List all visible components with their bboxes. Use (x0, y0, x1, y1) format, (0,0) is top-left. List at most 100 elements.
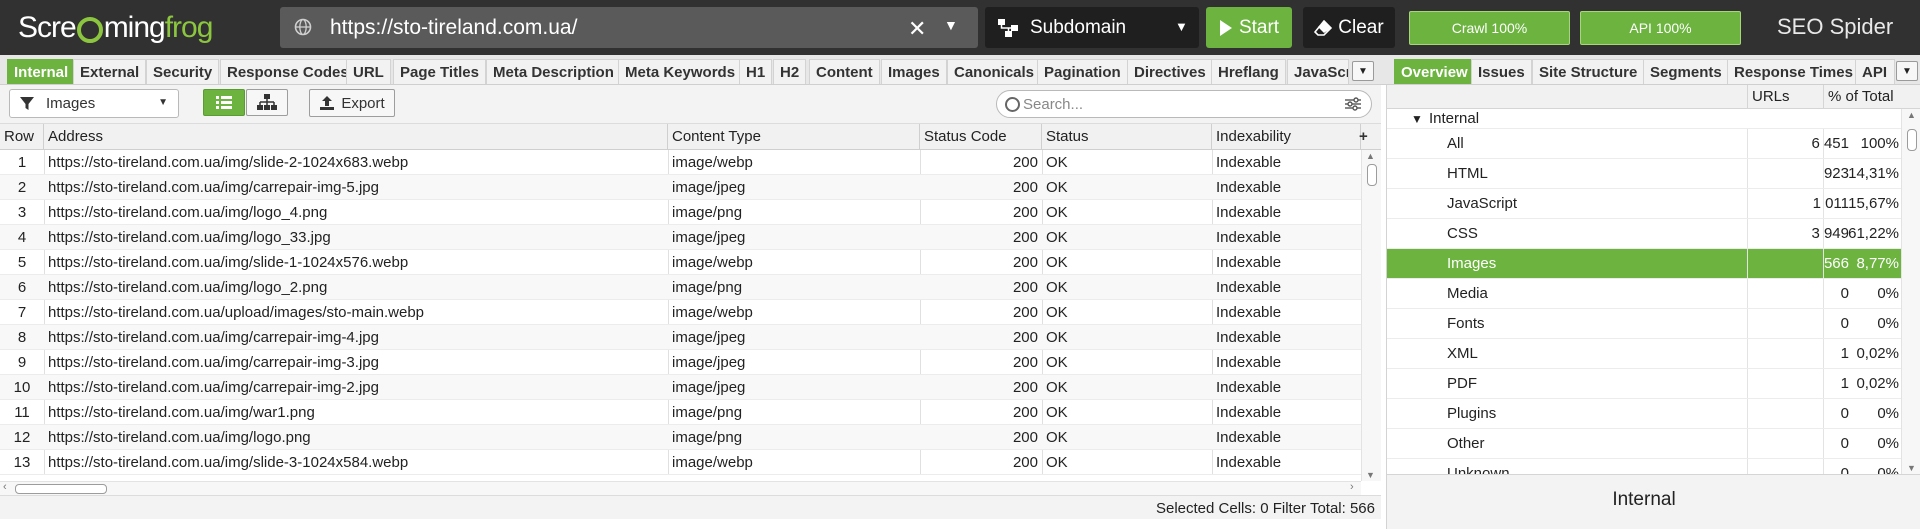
overview-section-internal[interactable]: ▼ Internal (1387, 109, 1901, 129)
overview-row-pdf[interactable]: PDF 1 0,02% (1387, 369, 1901, 399)
table-row[interactable]: 8 https://sto-tireland.com.ua/img/carrepa… (0, 325, 1361, 350)
tab-internal[interactable]: Internal (7, 59, 76, 84)
overview-row-other[interactable]: Other 0 0% (1387, 429, 1901, 459)
overview-column-urls[interactable]: URLs (1747, 85, 1823, 109)
table-row[interactable]: 5 https://sto-tireland.com.ua/img/slide-1… (0, 250, 1361, 275)
tab-images[interactable]: Images (881, 59, 947, 84)
url-history-caret-icon[interactable]: ▼ (944, 17, 958, 33)
overview-row-unknown[interactable]: Unknown 0 0% (1387, 459, 1901, 474)
search-settings-icon[interactable] (1345, 97, 1361, 111)
overview-row-xml[interactable]: XML 1 0,02% (1387, 339, 1901, 369)
more-right-tabs-chevron-icon[interactable]: ▼ (1896, 61, 1918, 81)
tab-security[interactable]: Security (146, 59, 220, 84)
table-row[interactable]: 11 https://sto-tireland.com.ua/img/war1.p… (0, 400, 1361, 425)
tab-api[interactable]: API (1855, 59, 1895, 84)
table-row[interactable]: 6 https://sto-tireland.com.ua/img/logo_2.… (0, 275, 1361, 300)
tab-segments[interactable]: Segments (1643, 59, 1729, 84)
table-row[interactable]: 4 https://sto-tireland.com.ua/img/logo_33… (0, 225, 1361, 250)
tab-h2[interactable]: H2 (773, 59, 807, 84)
table-row[interactable]: 1 https://sto-tireland.com.ua/img/slide-2… (0, 150, 1361, 175)
table-horizontal-scrollbar[interactable]: ‹ › (0, 481, 1361, 495)
scrollbar-thumb[interactable] (1907, 129, 1917, 151)
tab-hreflang[interactable]: Hreflang (1211, 59, 1286, 84)
overview-row-images[interactable]: Images 566 8,77% (1387, 249, 1901, 279)
clear-url-icon[interactable]: ✕ (908, 16, 926, 42)
results-table: Row Address Content Type Status Code Sta… (0, 124, 1381, 495)
scroll-right-icon[interactable]: › (1350, 481, 1354, 493)
column-header-content-type[interactable]: Content Type (668, 124, 920, 150)
tree-view-button[interactable] (246, 89, 288, 116)
overview-row-percent: 100% (1860, 135, 1899, 152)
column-header-indexability[interactable]: Indexability (1212, 124, 1361, 150)
table-vertical-scrollbar[interactable]: ▲ ▼ (1361, 150, 1381, 481)
table-row[interactable]: 7 https://sto-tireland.com.ua/upload/imag… (0, 300, 1361, 325)
tab-content[interactable]: Content (809, 59, 880, 84)
overview-vertical-scrollbar[interactable]: ▲ ▼ (1901, 109, 1920, 474)
tab-response-times[interactable]: Response Times (1727, 59, 1860, 84)
tab-issues[interactable]: Issues (1471, 59, 1532, 84)
list-view-button[interactable] (203, 89, 245, 116)
sitemap-icon (998, 19, 1018, 37)
tab-url[interactable]: URL (346, 59, 391, 84)
search-box[interactable] (996, 90, 1372, 118)
crawl-mode-dropdown[interactable]: Subdomain ▼ (985, 7, 1199, 48)
url-input[interactable]: https://sto-tireland.com.ua/ (330, 16, 577, 40)
table-row[interactable]: 12 https://sto-tireland.com.ua/img/logo.p… (0, 425, 1361, 450)
cell-status-code: 200 (1012, 454, 1038, 471)
column-header-address[interactable]: Address (44, 124, 668, 150)
logo-text-frog: frog (164, 11, 214, 44)
table-row[interactable]: 13 https://sto-tireland.com.ua/img/slide-… (0, 450, 1361, 475)
overview-row-percent: 0% (1877, 405, 1899, 422)
table-row[interactable]: 2 https://sto-tireland.com.ua/img/carrepa… (0, 175, 1361, 200)
overview-row-all[interactable]: All 6 451 100% (1387, 129, 1901, 159)
eraser-icon (1314, 19, 1333, 36)
column-header-row[interactable]: Row (0, 124, 44, 150)
table-row[interactable]: 10 https://sto-tireland.com.ua/img/carrep… (0, 375, 1361, 400)
scrollbar-thumb[interactable] (15, 484, 107, 494)
scroll-up-icon[interactable]: ▲ (1366, 151, 1375, 161)
cell-content-type: image/jpeg (672, 329, 746, 346)
tab-pagination[interactable]: Pagination (1037, 59, 1128, 84)
tab-response-codes[interactable]: Response Codes (220, 59, 356, 84)
tab-external[interactable]: External (73, 59, 147, 84)
expand-caret-icon[interactable]: ▼ (1411, 109, 1423, 129)
scroll-down-icon[interactable]: ▼ (1366, 470, 1375, 480)
cell-row-number: 10 (13, 379, 31, 396)
tab-directives[interactable]: Directives (1127, 59, 1213, 84)
table-row[interactable]: 3 https://sto-tireland.com.ua/img/logo_4.… (0, 200, 1361, 225)
crawl-progress-bar: Crawl 100% (1409, 11, 1570, 45)
tab-canonicals[interactable]: Canonicals (947, 59, 1042, 84)
clear-button[interactable]: Clear (1303, 7, 1395, 48)
tab-page-titles[interactable]: Page Titles (393, 59, 486, 84)
more-tabs-chevron-icon[interactable]: ▼ (1352, 61, 1374, 81)
tab-javascript[interactable]: JavaScr (1287, 59, 1349, 84)
scroll-up-icon[interactable]: ▲ (1907, 110, 1916, 120)
overview-row-javascript[interactable]: JavaScript 1 011 15,67% (1387, 189, 1901, 219)
url-bar[interactable]: https://sto-tireland.com.ua/ ✕ ▼ (280, 7, 978, 48)
start-button[interactable]: Start (1206, 7, 1292, 48)
filter-dropdown[interactable]: Images ▼ (9, 89, 179, 118)
overview-row-media[interactable]: Media 0 0% (1387, 279, 1901, 309)
column-header-status-code[interactable]: Status Code (920, 124, 1042, 150)
overview-row-name: Plugins (1447, 405, 1497, 422)
search-input[interactable] (1023, 94, 1323, 114)
overview-row-css[interactable]: CSS 3 949 61,22% (1387, 219, 1901, 249)
tab-overview[interactable]: Overview (1394, 59, 1475, 84)
add-column-icon[interactable]: + (1359, 128, 1368, 145)
table-row[interactable]: 9 https://sto-tireland.com.ua/img/carrepa… (0, 350, 1361, 375)
overview-row-plugins[interactable]: Plugins 0 0% (1387, 399, 1901, 429)
overview-row-fonts[interactable]: Fonts 0 0% (1387, 309, 1901, 339)
overview-row-percent: 0% (1877, 435, 1899, 452)
export-button[interactable]: Export (309, 89, 395, 117)
overview-column-percent[interactable]: % of Total (1823, 85, 1901, 109)
cell-address: https://sto-tireland.com.ua/img/logo_2.p… (48, 279, 328, 296)
tab-meta-keywords[interactable]: Meta Keywords (618, 59, 743, 84)
scroll-left-icon[interactable]: ‹ (3, 481, 7, 493)
tab-meta-description[interactable]: Meta Description (486, 59, 621, 84)
column-header-status[interactable]: Status (1042, 124, 1212, 150)
scrollbar-thumb[interactable] (1367, 164, 1377, 186)
overview-row-html[interactable]: HTML 923 14,31% (1387, 159, 1901, 189)
tab-site-structure[interactable]: Site Structure (1532, 59, 1645, 84)
scroll-down-icon[interactable]: ▼ (1907, 463, 1916, 473)
tab-h1[interactable]: H1 (739, 59, 773, 84)
